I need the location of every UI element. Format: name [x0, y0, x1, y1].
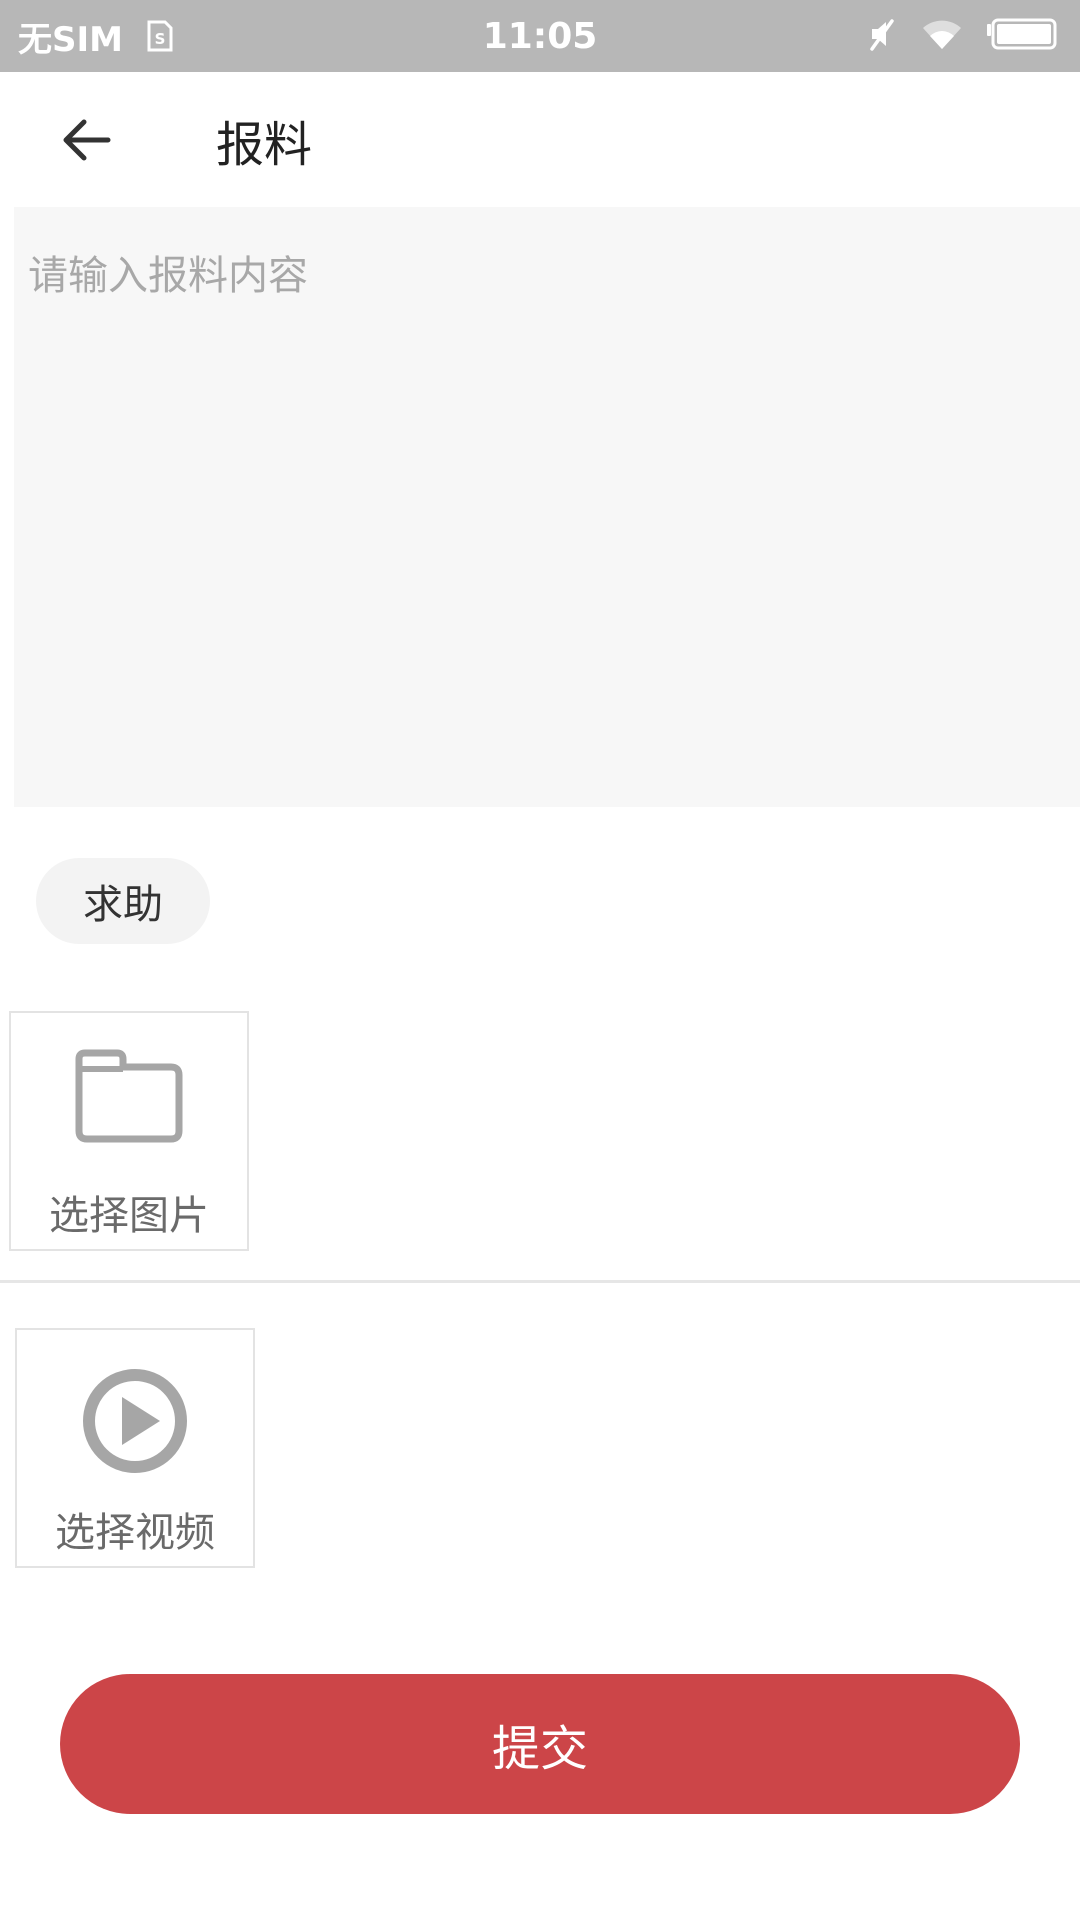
app-bar: 报料	[0, 72, 1080, 208]
status-right	[866, 0, 1058, 72]
back-button[interactable]	[44, 98, 128, 182]
tag-chip-help[interactable]: 求助	[36, 858, 210, 944]
status-bar: 无SIM S 11:05	[0, 0, 1080, 72]
page-title: 报料	[216, 117, 313, 173]
folder-icon	[11, 1049, 247, 1145]
wifi-icon	[920, 17, 964, 55]
play-circle-icon	[17, 1366, 253, 1476]
select-video-button[interactable]: 选择视频	[15, 1328, 255, 1568]
submit-button[interactable]: 提交	[60, 1674, 1020, 1814]
select-image-label: 选择图片	[49, 1193, 209, 1239]
select-image-button[interactable]: 选择图片	[9, 1011, 249, 1251]
section-divider	[0, 1280, 1080, 1283]
select-video-label: 选择视频	[55, 1510, 215, 1556]
mute-icon	[866, 17, 898, 55]
arrow-left-icon	[63, 119, 111, 161]
report-content-input[interactable]	[14, 207, 1080, 807]
battery-icon	[986, 18, 1058, 54]
